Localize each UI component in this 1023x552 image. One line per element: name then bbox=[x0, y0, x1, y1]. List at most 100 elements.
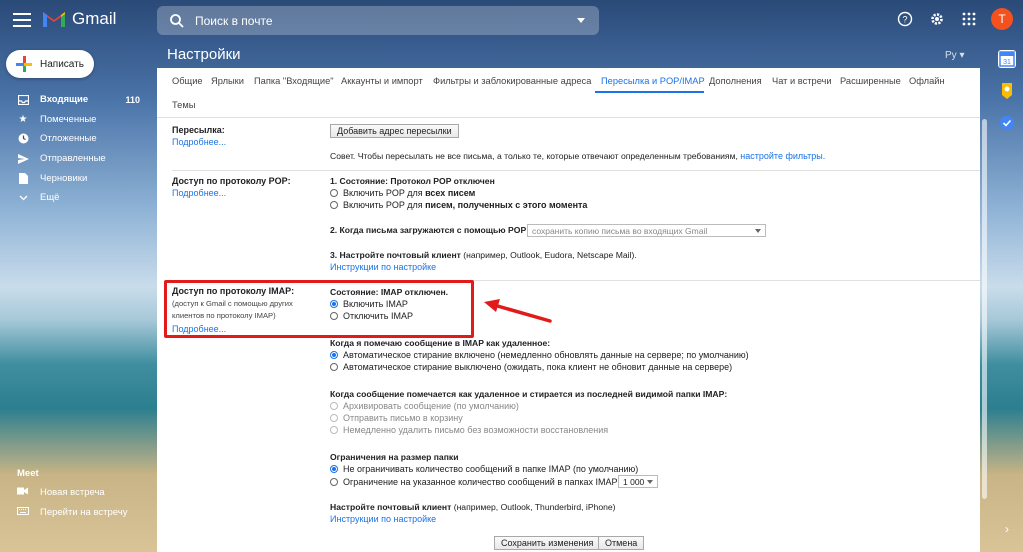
forwarding-tip-text: Совет. Чтобы пересылать не все письма, а… bbox=[330, 151, 738, 161]
forwarding-label: Пересылка: bbox=[172, 125, 225, 135]
sidebar-item-label: Отложенные bbox=[40, 133, 97, 145]
archive-label: Архивировать сообщение (по умолчанию) bbox=[343, 401, 519, 411]
forwarding-more-link[interactable]: Подробнее... bbox=[172, 137, 226, 147]
vertical-scrollbar[interactable] bbox=[982, 119, 987, 499]
sidebar-item-label: Черновики bbox=[40, 172, 88, 184]
settings-tabs: Общие Ярлыки Папка "Входящие" Аккаунты и… bbox=[157, 68, 980, 118]
send-icon bbox=[17, 153, 29, 165]
no-limit-radio[interactable]: Не ограничивать количество сообщений в п… bbox=[330, 464, 638, 474]
delete-forever-radio[interactable]: Немедленно удалить письмо без возможност… bbox=[330, 425, 608, 435]
imap-client-rest: (например, Outlook, Thunderbird, iPhone) bbox=[453, 502, 616, 512]
limit-radio[interactable]: Ограничение на указанное количество сооб… bbox=[330, 477, 618, 487]
folder-limits-title: Ограничения на размер папки bbox=[330, 452, 459, 462]
app-name: Gmail bbox=[72, 9, 117, 28]
sidebar-item-drafts[interactable]: Черновики bbox=[0, 168, 150, 188]
radio-dot bbox=[330, 478, 338, 486]
trash-radio[interactable]: Отправить письмо в корзину bbox=[330, 413, 463, 423]
sidebar-item-more[interactable]: Ещё bbox=[0, 188, 150, 208]
unread-count: 110 bbox=[125, 94, 140, 105]
active-tab-indicator bbox=[595, 91, 704, 93]
pop-opt1-bold: всех писем bbox=[425, 188, 476, 198]
search-bar[interactable] bbox=[157, 6, 599, 35]
sidebar-item-starred[interactable]: ★ Помеченные bbox=[0, 110, 150, 130]
radio-dot-selected bbox=[330, 351, 338, 359]
pop-more-link[interactable]: Подробнее... bbox=[172, 188, 226, 198]
radio-dot bbox=[330, 426, 338, 434]
archive-radio[interactable]: Архивировать сообщение (по умолчанию) bbox=[330, 401, 519, 411]
sidebar-item-sent[interactable]: Отправленные bbox=[0, 149, 150, 169]
tab-forwarding[interactable]: Пересылка и POP/IMAP bbox=[601, 76, 705, 86]
avatar[interactable]: T bbox=[991, 8, 1013, 30]
sidebar-item-snoozed[interactable]: Отложенные bbox=[0, 129, 150, 149]
search-options-icon[interactable] bbox=[577, 18, 585, 23]
search-icon[interactable] bbox=[169, 13, 185, 29]
tab-advanced[interactable]: Расширенные bbox=[840, 76, 901, 86]
pop-when-label: 2. Когда письма загружаются с помощью PO… bbox=[330, 225, 527, 235]
configure-filters-link[interactable]: настройте фильтры. bbox=[740, 151, 825, 161]
tab-accounts[interactable]: Аккаунты и импорт bbox=[341, 76, 423, 86]
gmail-m-icon bbox=[43, 12, 65, 27]
main-menu-button[interactable] bbox=[10, 9, 34, 31]
expand-panel-icon[interactable]: › bbox=[998, 522, 1016, 540]
star-icon: ★ bbox=[18, 113, 28, 125]
limit-count-value: 1 000 bbox=[623, 476, 645, 487]
sidebar-item-label: Отправленные bbox=[40, 153, 106, 165]
sidebar-item-inbox[interactable]: Входящие 110 bbox=[0, 90, 150, 110]
gmail-logo[interactable]: Gmail bbox=[42, 9, 116, 29]
plus-icon bbox=[16, 56, 32, 72]
clock-icon bbox=[17, 133, 29, 145]
page-title: Настройки bbox=[167, 46, 241, 63]
compose-button[interactable]: Написать bbox=[6, 50, 94, 78]
draft-icon bbox=[17, 172, 29, 184]
tab-offline[interactable]: Офлайн bbox=[909, 76, 945, 86]
side-panel: 31 › bbox=[992, 40, 1023, 552]
tab-inbox[interactable]: Папка "Входящие" bbox=[254, 76, 334, 86]
svg-text:?: ? bbox=[902, 15, 907, 25]
join-meeting-link[interactable]: Перейти на встречу bbox=[17, 507, 127, 518]
pop-client-bold: 3. Настройте почтовый клиент bbox=[330, 250, 461, 260]
tab-filters[interactable]: Фильтры и заблокированные адреса bbox=[433, 76, 591, 86]
apps-grid-icon[interactable] bbox=[959, 9, 979, 29]
pop-status: 1. Состояние: Протокол POP отключен bbox=[330, 176, 495, 186]
new-meeting-link[interactable]: Новая встреча bbox=[17, 487, 105, 498]
pop-instructions-link[interactable]: Инструкции по настройке bbox=[330, 262, 436, 272]
save-changes-button[interactable]: Сохранить изменения bbox=[494, 536, 601, 550]
video-camera-icon bbox=[17, 487, 29, 498]
compose-label: Написать bbox=[40, 58, 84, 70]
pop-enable-all-radio[interactable]: Включить POP для всех писем bbox=[330, 188, 475, 198]
imap-instructions-link[interactable]: Инструкции по настройке bbox=[330, 514, 436, 524]
limit-count-select[interactable]: 1 000 bbox=[618, 475, 658, 488]
pop-action-select[interactable]: сохранить копию письма во входящих Gmail bbox=[527, 224, 766, 237]
keyboard-icon bbox=[17, 507, 29, 518]
tab-themes[interactable]: Темы bbox=[172, 100, 195, 110]
search-input[interactable] bbox=[195, 13, 565, 28]
tab-addons[interactable]: Дополнения bbox=[709, 76, 762, 86]
calendar-icon[interactable]: 31 bbox=[998, 50, 1016, 68]
keep-icon[interactable] bbox=[998, 82, 1016, 100]
imap-expunge-title: Когда сообщение помечается как удаленное… bbox=[330, 389, 728, 399]
radio-dot bbox=[330, 201, 338, 209]
divider bbox=[172, 170, 980, 171]
pop-enable-new-radio[interactable]: Включить POP для писем, полученных с это… bbox=[330, 200, 587, 210]
auto-expunge-off-radio[interactable]: Автоматическое стирание выключено (ожида… bbox=[330, 362, 732, 372]
pop-opt2-prefix: Включить POP для bbox=[343, 200, 423, 210]
auto-expunge-off-label: Автоматическое стирание выключено (ожида… bbox=[343, 362, 733, 372]
imap-client-text: Настройте почтовый клиент (например, Out… bbox=[330, 502, 616, 512]
radio-dot bbox=[330, 402, 338, 410]
cancel-button[interactable]: Отмена bbox=[598, 536, 645, 550]
radio-dot bbox=[330, 363, 338, 371]
language-selector[interactable]: Ру ▾ bbox=[945, 50, 964, 61]
add-forwarding-address-button[interactable]: Добавить адрес пересылки bbox=[330, 124, 459, 138]
sidebar-nav: Входящие 110 ★ Помеченные Отложенные Отп… bbox=[0, 90, 150, 208]
svg-text:31: 31 bbox=[1003, 59, 1011, 66]
auto-expunge-on-radio[interactable]: Автоматическое стирание включено (немедл… bbox=[330, 350, 749, 360]
help-icon[interactable]: ? bbox=[895, 9, 915, 29]
tasks-icon[interactable] bbox=[998, 114, 1016, 132]
tab-chat[interactable]: Чат и встречи bbox=[772, 76, 832, 86]
tab-labels[interactable]: Ярлыки bbox=[211, 76, 244, 86]
auto-expunge-on-label: Автоматическое стирание включено (немедл… bbox=[343, 350, 749, 360]
tab-general[interactable]: Общие bbox=[172, 76, 203, 86]
gear-icon[interactable] bbox=[927, 9, 947, 29]
top-bar: Gmail ? T bbox=[0, 0, 1023, 40]
new-meeting-label: Новая встреча bbox=[40, 487, 105, 498]
